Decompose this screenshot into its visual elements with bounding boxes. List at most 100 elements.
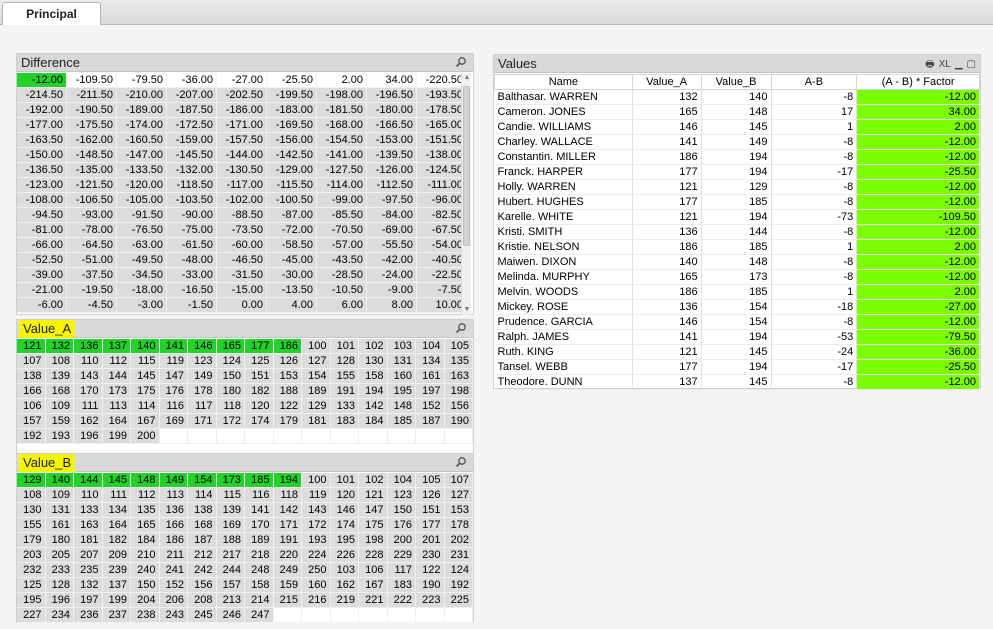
listbox-value-excluded[interactable]: 182 bbox=[245, 384, 274, 399]
listbox-value-excluded[interactable]: 114 bbox=[131, 399, 160, 414]
table-row[interactable]: Melvin. WOODS 186 185 1 2.00 bbox=[494, 284, 980, 300]
listbox-value-excluded[interactable]: 238 bbox=[131, 608, 160, 623]
listbox-value-excluded[interactable]: 161 bbox=[416, 369, 445, 384]
listbox-value-selected[interactable]: 194 bbox=[273, 473, 302, 488]
listbox-value-excluded[interactable]: 126 bbox=[416, 488, 445, 503]
listbox-value-excluded[interactable]: 170 bbox=[245, 518, 274, 533]
listbox-value-excluded[interactable]: 178 bbox=[188, 384, 217, 399]
listbox-value-excluded[interactable]: 111 bbox=[102, 488, 131, 503]
column-header[interactable]: Name bbox=[494, 74, 633, 90]
listbox-value-excluded[interactable]: -154.50 bbox=[317, 133, 367, 148]
listbox-value-excluded[interactable]: 173 bbox=[102, 384, 131, 399]
listbox-value-excluded[interactable]: 164 bbox=[102, 414, 131, 429]
listbox-value-excluded[interactable]: 188 bbox=[216, 533, 245, 548]
listbox-value-selected[interactable]: 165 bbox=[216, 339, 245, 354]
listbox-value-excluded[interactable]: 171 bbox=[188, 414, 217, 429]
table-row[interactable]: Tansel. WEBB 177 194 -17 -25.50 bbox=[494, 359, 980, 375]
listbox-value-excluded[interactable]: 220 bbox=[273, 548, 302, 563]
column-header[interactable]: Value_A bbox=[631, 74, 702, 90]
listbox-value-excluded[interactable]: -61.50 bbox=[167, 238, 217, 253]
listbox-value-excluded[interactable]: 163 bbox=[74, 518, 103, 533]
listbox-value-excluded[interactable]: -69.00 bbox=[367, 223, 417, 238]
listbox-value-excluded[interactable]: 137 bbox=[102, 578, 131, 593]
listbox-value-excluded[interactable]: 149 bbox=[188, 369, 217, 384]
listbox-value-excluded[interactable]: 179 bbox=[273, 414, 302, 429]
listbox-value-excluded[interactable]: 175 bbox=[131, 384, 160, 399]
listbox-value-excluded[interactable]: 172 bbox=[216, 414, 245, 429]
listbox-value-excluded[interactable]: 162 bbox=[74, 414, 103, 429]
listbox-value-excluded[interactable]: 177 bbox=[416, 518, 445, 533]
listbox-value-excluded[interactable]: 174 bbox=[245, 414, 274, 429]
listbox-value-excluded[interactable]: 169 bbox=[216, 518, 245, 533]
listbox-value-excluded[interactable]: 157 bbox=[216, 578, 245, 593]
listbox-value-excluded[interactable]: 174 bbox=[330, 518, 359, 533]
listbox-value-excluded[interactable]: 230 bbox=[416, 548, 445, 563]
listbox-value-selected[interactable]: 185 bbox=[245, 473, 274, 488]
listbox-value-excluded[interactable]: -34.50 bbox=[117, 268, 167, 283]
listbox-value-excluded[interactable]: 219 bbox=[330, 593, 359, 608]
listbox-value-excluded[interactable]: 136 bbox=[159, 503, 188, 518]
listbox-value-excluded[interactable]: 107 bbox=[444, 473, 473, 488]
listbox-value-excluded[interactable]: 113 bbox=[102, 399, 131, 414]
listbox-value-excluded[interactable]: 115 bbox=[131, 354, 160, 369]
listbox-value-excluded[interactable]: -186.00 bbox=[217, 103, 267, 118]
listbox-value-excluded[interactable]: 192 bbox=[17, 429, 46, 444]
table-row[interactable]: Franck. HARPER 177 194 -17 -25.50 bbox=[494, 164, 980, 180]
listbox-value-excluded[interactable]: -183.00 bbox=[267, 103, 317, 118]
listbox-value-excluded[interactable]: 187 bbox=[188, 533, 217, 548]
listbox-value-excluded[interactable]: 130 bbox=[359, 354, 388, 369]
listbox-value-available[interactable]: -79.50 bbox=[117, 73, 167, 88]
listbox-value-excluded[interactable]: 245 bbox=[188, 608, 217, 623]
value-a-caption[interactable]: Value_A bbox=[17, 320, 473, 338]
listbox-value-excluded[interactable]: -129.00 bbox=[267, 163, 317, 178]
listbox-value-excluded[interactable]: -136.50 bbox=[17, 163, 67, 178]
listbox-value-excluded[interactable]: 191 bbox=[273, 533, 302, 548]
listbox-value-excluded[interactable]: 198 bbox=[359, 533, 388, 548]
listbox-value-excluded[interactable]: -21.00 bbox=[17, 283, 67, 298]
listbox-value-excluded[interactable]: 229 bbox=[387, 548, 416, 563]
listbox-value-excluded[interactable]: 128 bbox=[330, 354, 359, 369]
listbox-value-excluded[interactable]: -159.00 bbox=[167, 133, 217, 148]
listbox-value-excluded[interactable]: -58.50 bbox=[267, 238, 317, 253]
listbox-value-excluded[interactable]: 181 bbox=[74, 533, 103, 548]
listbox-value-excluded[interactable]: -162.00 bbox=[67, 133, 117, 148]
listbox-value-excluded[interactable]: 123 bbox=[387, 488, 416, 503]
listbox-value-selected[interactable]: 149 bbox=[159, 473, 188, 488]
listbox-value-excluded[interactable]: -153.00 bbox=[367, 133, 417, 148]
listbox-value-excluded[interactable]: 158 bbox=[245, 578, 274, 593]
listbox-value-excluded[interactable]: 142 bbox=[273, 503, 302, 518]
listbox-value-excluded[interactable]: 133 bbox=[74, 503, 103, 518]
listbox-value-excluded[interactable]: -42.00 bbox=[367, 253, 417, 268]
listbox-value-excluded[interactable]: 147 bbox=[159, 369, 188, 384]
listbox-value-excluded[interactable]: 222 bbox=[387, 593, 416, 608]
listbox-value-excluded[interactable]: 153 bbox=[273, 369, 302, 384]
listbox-value-excluded[interactable]: -187.50 bbox=[167, 103, 217, 118]
listbox-value-excluded[interactable]: 191 bbox=[330, 384, 359, 399]
listbox-value-excluded[interactable]: -160.50 bbox=[117, 133, 167, 148]
listbox-value-excluded[interactable]: 134 bbox=[416, 354, 445, 369]
listbox-value-excluded[interactable]: 127 bbox=[444, 488, 473, 503]
listbox-value-excluded[interactable]: 167 bbox=[359, 578, 388, 593]
value-b-caption[interactable]: Value_B bbox=[17, 454, 473, 472]
listbox-value-excluded[interactable]: 197 bbox=[74, 593, 103, 608]
listbox-value-excluded[interactable]: 236 bbox=[74, 608, 103, 623]
listbox-value-excluded[interactable]: 176 bbox=[387, 518, 416, 533]
listbox-value-excluded[interactable]: -10.50 bbox=[317, 283, 367, 298]
listbox-value-excluded[interactable]: -141.00 bbox=[317, 148, 367, 163]
listbox-value-excluded[interactable]: -126.00 bbox=[367, 163, 417, 178]
listbox-value-excluded[interactable]: 195 bbox=[387, 384, 416, 399]
listbox-value-excluded[interactable]: 194 bbox=[359, 384, 388, 399]
table-row[interactable]: Hubert. HUGHES 177 185 -8 -12.00 bbox=[494, 194, 980, 210]
listbox-value-excluded[interactable]: 214 bbox=[245, 593, 274, 608]
table-row[interactable]: Maiwen. DIXON 140 148 -8 -12.00 bbox=[494, 254, 980, 270]
listbox-value-excluded[interactable]: -1.50 bbox=[167, 298, 217, 313]
listbox-value-excluded[interactable]: -108.00 bbox=[17, 193, 67, 208]
listbox-value-excluded[interactable]: 181 bbox=[302, 414, 331, 429]
listbox-value-available[interactable]: -109.50 bbox=[67, 73, 117, 88]
listbox-value-excluded[interactable]: 218 bbox=[245, 548, 274, 563]
listbox-value-excluded[interactable]: -70.50 bbox=[317, 223, 367, 238]
table-row[interactable]: Theodore. DUNN 137 145 -8 -12.00 bbox=[494, 374, 980, 390]
scroll-down-icon[interactable]: ▼ bbox=[463, 305, 471, 315]
listbox-value-excluded[interactable]: 10.00 bbox=[417, 298, 467, 313]
listbox-value-excluded[interactable]: -63.00 bbox=[117, 238, 167, 253]
